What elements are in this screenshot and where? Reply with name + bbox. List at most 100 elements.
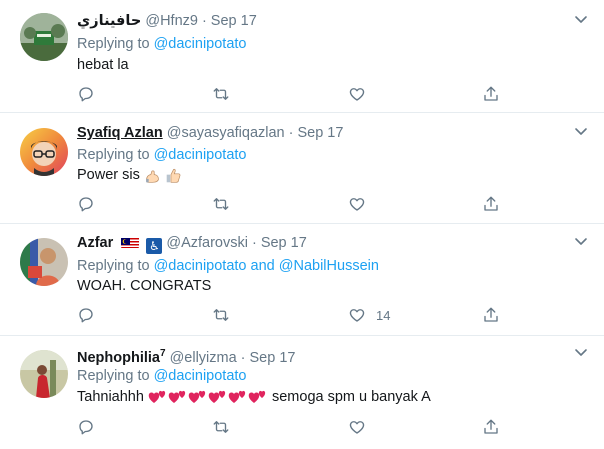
- mention-link[interactable]: @NabilHussein: [279, 258, 379, 274]
- separator-dot: ·: [240, 349, 246, 366]
- display-name-text: Nephophilia: [77, 349, 160, 366]
- malaysia-flag-icon: [121, 236, 140, 248]
- chevron-down-icon[interactable]: [574, 124, 588, 138]
- avatar[interactable]: [20, 238, 68, 286]
- like-button[interactable]: [348, 84, 376, 104]
- retweet-icon: [213, 198, 229, 210]
- mention-link[interactable]: @dacinipotato: [154, 258, 247, 274]
- avatar[interactable]: [20, 350, 68, 398]
- retweet-icon: [213, 88, 229, 100]
- two-hearts-icon: [228, 391, 246, 404]
- tweet-actions: [77, 417, 507, 437]
- reply-icon: [79, 420, 93, 435]
- like-button[interactable]: 14: [348, 305, 390, 325]
- share-button[interactable]: [482, 305, 500, 325]
- share-button[interactable]: [482, 84, 500, 104]
- flexed-biceps-icon: [146, 170, 159, 183]
- share-icon: [484, 307, 498, 322]
- tweet-text: WOAH. CONGRATS: [77, 278, 212, 294]
- mention-link[interactable]: @dacinipotato: [154, 147, 247, 163]
- replying-prefix: Replying to: [77, 147, 150, 163]
- tweet-text: hebat la: [77, 57, 129, 73]
- user-handle[interactable]: @Azfarovski: [166, 235, 248, 251]
- replying-prefix: Replying to: [77, 36, 150, 52]
- share-icon: [484, 196, 498, 211]
- replying-to: Replying to @dacinipotato: [77, 34, 247, 54]
- retweet-icon: [213, 309, 229, 321]
- two-hearts-row: [148, 389, 272, 405]
- two-hearts-icon: [208, 391, 226, 404]
- tweet-header: Azfar ♿ @Azfarovski · Sep 17: [77, 233, 307, 254]
- tweet-actions: 14: [77, 305, 507, 325]
- like-icon: [349, 309, 365, 322]
- reply-icon: [79, 197, 93, 212]
- display-name[interactable]: Syafiq Azlan: [77, 125, 163, 141]
- replying-to: Replying to @dacinipotato: [77, 366, 247, 386]
- retweet-button[interactable]: [212, 84, 230, 104]
- tweet-header: Nephophilia7 @ellyizma · Sep 17: [77, 344, 296, 366]
- tweet[interactable]: Syafiq Azlan @sayasyafiqazlan · Sep 17 Rep…: [0, 113, 604, 224]
- replying-prefix: Replying to: [77, 258, 150, 274]
- avatar[interactable]: [20, 128, 68, 176]
- reply-button[interactable]: [77, 84, 95, 104]
- user-handle[interactable]: @Hfnz9: [145, 13, 198, 29]
- tweet-date[interactable]: Sep 17: [250, 350, 296, 366]
- user-handle[interactable]: @ellyizma: [170, 350, 237, 366]
- like-count: 14: [376, 307, 391, 323]
- two-hearts-icon: [148, 391, 166, 404]
- share-button[interactable]: [482, 194, 500, 214]
- like-button[interactable]: [348, 417, 376, 437]
- tweet-date[interactable]: Sep 17: [297, 125, 343, 141]
- replying-to: Replying to @dacinipotato and @NabilHuss…: [77, 256, 379, 276]
- tweet-text-after: semoga spm u banyak A: [271, 389, 431, 405]
- chevron-down-icon[interactable]: [574, 345, 588, 359]
- wheelchair-symbol-icon: ♿: [146, 238, 163, 254]
- tweet-feed: حافينازي @Hfnz9 · Sep 17 Replying to @daci…: [0, 0, 604, 449]
- retweet-button[interactable]: [212, 305, 230, 325]
- name-superscript: 7: [159, 348, 166, 359]
- like-icon: [349, 88, 365, 101]
- tweet-actions: [77, 194, 507, 214]
- retweet-button[interactable]: [212, 417, 230, 437]
- reply-button[interactable]: [77, 417, 95, 437]
- thumbs-up-icon: [166, 168, 181, 183]
- mention-link[interactable]: @dacinipotato: [154, 36, 247, 52]
- display-name[interactable]: حافينازي: [77, 13, 141, 29]
- retweet-icon: [213, 421, 229, 433]
- reply-button[interactable]: [77, 194, 95, 214]
- reply-icon: [79, 308, 93, 323]
- share-icon: [484, 86, 498, 101]
- display-name[interactable]: Azfar: [77, 235, 113, 251]
- tweet[interactable]: حافينازي @Hfnz9 · Sep 17 Replying to @daci…: [0, 0, 604, 113]
- replying-to: Replying to @dacinipotato: [77, 145, 247, 165]
- replying-joiner: and: [250, 258, 275, 274]
- mention-link[interactable]: @dacinipotato: [154, 368, 247, 384]
- replying-prefix: Replying to: [77, 368, 150, 384]
- like-icon: [349, 421, 365, 434]
- chevron-down-icon[interactable]: [574, 12, 588, 26]
- avatar[interactable]: [20, 13, 68, 61]
- tweet-text: Power sis: [77, 167, 140, 183]
- tweet[interactable]: Nephophilia7 @ellyizma · Sep 17 Replying t…: [0, 336, 604, 449]
- share-icon: [484, 419, 498, 434]
- reply-icon: [79, 87, 93, 102]
- tweet-text-before: Tahniahhh: [77, 389, 144, 405]
- separator-dot: ·: [288, 125, 294, 141]
- tweet-date[interactable]: Sep 17: [261, 235, 307, 251]
- tweet-actions: [77, 84, 507, 104]
- retweet-button[interactable]: [212, 194, 230, 214]
- tweet-text-line: Power sis: [77, 165, 182, 185]
- tweet-text-line: Tahniahhh semoga spm u banyak A: [77, 387, 431, 407]
- tweet-header: حافينازي @Hfnz9 · Sep 17: [77, 11, 257, 31]
- two-hearts-icon: [168, 391, 186, 404]
- user-handle[interactable]: @sayasyafiqazlan: [167, 125, 285, 141]
- tweet-date[interactable]: Sep 17: [211, 13, 257, 29]
- tweet[interactable]: Azfar ♿ @Azfarovski · Sep 17 Replying to @…: [0, 224, 604, 336]
- reply-button[interactable]: [77, 305, 95, 325]
- separator-dot: ·: [201, 13, 207, 29]
- chevron-down-icon[interactable]: [574, 234, 588, 248]
- share-button[interactable]: [482, 417, 500, 437]
- like-button[interactable]: [348, 194, 376, 214]
- separator-dot: ·: [251, 235, 257, 251]
- display-name[interactable]: Nephophilia7: [77, 348, 166, 366]
